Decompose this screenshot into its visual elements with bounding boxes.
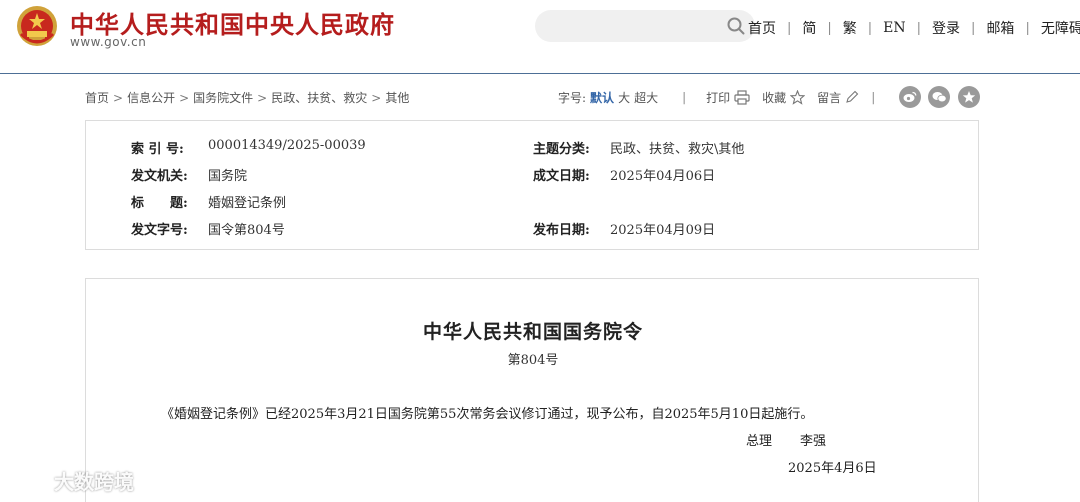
comment-button[interactable]: 留言 bbox=[817, 89, 859, 106]
index-value: 000014349/2025-00039 bbox=[208, 138, 366, 153]
signatory-title: 总理 bbox=[746, 434, 773, 449]
site-header: 中华人民共和国中央人民政府 www.gov.cn 首页 | 简 | 繁 | EN… bbox=[0, 0, 1080, 74]
search-icon[interactable] bbox=[727, 17, 745, 35]
watermark-text: 大数跨境 bbox=[54, 470, 134, 494]
qzone-star-icon[interactable] bbox=[958, 86, 980, 108]
index-label: 索 引 号: bbox=[131, 142, 184, 157]
breadcrumb-other[interactable]: 其他 bbox=[385, 91, 409, 105]
nav-simplified[interactable]: 简 bbox=[802, 18, 816, 38]
breadcrumb-info-public[interactable]: 信息公开 bbox=[127, 91, 175, 105]
breadcrumb: 首页 > 信息公开 > 国务院文件 > 民政、扶贫、救灾 > 其他 bbox=[85, 89, 409, 106]
divider: | bbox=[682, 90, 687, 104]
breadcrumb-separator: > bbox=[179, 91, 190, 105]
created-label: 成文日期: bbox=[533, 169, 590, 184]
divider: | bbox=[871, 90, 876, 104]
site-domain: www.gov.cn bbox=[70, 35, 147, 49]
print-label: 打印 bbox=[706, 90, 731, 105]
nav-accessibility[interactable]: 无障碍 bbox=[1041, 18, 1080, 38]
nav-traditional[interactable]: 繁 bbox=[843, 18, 857, 38]
breadcrumb-state-council-docs[interactable]: 国务院文件 bbox=[193, 91, 253, 105]
divider: | bbox=[867, 20, 873, 36]
title-value: 婚姻登记条例 bbox=[208, 196, 287, 211]
signature-date: 2025年4月6日 bbox=[788, 461, 877, 476]
nav-english[interactable]: EN bbox=[883, 20, 905, 36]
favorite-label: 收藏 bbox=[762, 90, 787, 105]
national-emblem-icon[interactable] bbox=[15, 4, 59, 50]
signatory-name: 李强 bbox=[800, 434, 827, 449]
print-button[interactable]: 打印 bbox=[706, 89, 750, 106]
divider: | bbox=[1025, 20, 1030, 36]
font-size-xlarge[interactable]: 超大 bbox=[634, 89, 658, 106]
weibo-icon[interactable] bbox=[899, 86, 921, 108]
published-value: 2025年04月09日 bbox=[610, 223, 716, 238]
pencil-icon bbox=[846, 90, 859, 103]
docno-value: 国令第804号 bbox=[208, 223, 285, 238]
nav-mail[interactable]: 邮箱 bbox=[986, 18, 1014, 38]
published-label: 发布日期: bbox=[533, 223, 590, 238]
topic-label: 主题分类: bbox=[533, 142, 590, 157]
favorite-button[interactable]: 收藏 bbox=[762, 89, 806, 106]
wechat-icon[interactable] bbox=[928, 86, 950, 108]
document-title: 中华人民共和国国务院令 bbox=[422, 321, 643, 343]
nav-login[interactable]: 登录 bbox=[932, 18, 960, 38]
article-toolbar: 字号: 默认 大 超大 | 打印 收藏 留言 | bbox=[558, 88, 875, 106]
font-size-label: 字号: bbox=[558, 90, 587, 105]
issuer-label: 发文机关: bbox=[131, 169, 188, 184]
watermark-logo-icon bbox=[8, 471, 44, 490]
topic-value: 民政、扶贫、救灾\其他 bbox=[610, 142, 745, 157]
title-label: 标 题: bbox=[131, 196, 188, 211]
breadcrumb-home[interactable]: 首页 bbox=[85, 91, 109, 105]
comment-label: 留言 bbox=[817, 90, 842, 105]
breadcrumb-separator: > bbox=[257, 91, 268, 105]
document-paragraph: 《婚姻登记条例》已经2025年3月21日国务院第55次常务会议修订通过，现予公布… bbox=[161, 407, 814, 422]
created-value: 2025年04月06日 bbox=[610, 169, 716, 184]
document-number: 第804号 bbox=[507, 353, 559, 368]
divider: | bbox=[971, 20, 976, 36]
nav-home[interactable]: 首页 bbox=[748, 18, 776, 38]
breadcrumb-separator: > bbox=[371, 91, 382, 105]
font-size-default[interactable]: 默认 bbox=[590, 89, 614, 106]
watermark: 大数跨境 bbox=[8, 466, 134, 495]
divider: | bbox=[827, 20, 832, 36]
breadcrumb-separator: > bbox=[113, 91, 124, 105]
divider: | bbox=[916, 20, 922, 36]
divider: | bbox=[787, 20, 792, 36]
docno-label: 发文字号: bbox=[131, 223, 188, 238]
star-icon bbox=[790, 89, 806, 105]
top-nav: 首页 | 简 | 繁 | EN | 登录 | 邮箱 | 无障碍 bbox=[748, 18, 1080, 38]
font-size-large[interactable]: 大 bbox=[618, 89, 630, 106]
printer-icon bbox=[734, 89, 750, 105]
issuer-value: 国务院 bbox=[208, 169, 248, 184]
search-input[interactable] bbox=[535, 10, 755, 42]
breadcrumb-civil-affairs[interactable]: 民政、扶贫、救灾 bbox=[271, 91, 367, 105]
document-meta-box: 索 引 号: 000014349/2025-00039 主题分类: 民政、扶贫、… bbox=[85, 120, 979, 250]
document-body: 中华人民共和国国务院令 第804号 《婚姻登记条例》已经2025年3月21日国务… bbox=[85, 278, 979, 502]
